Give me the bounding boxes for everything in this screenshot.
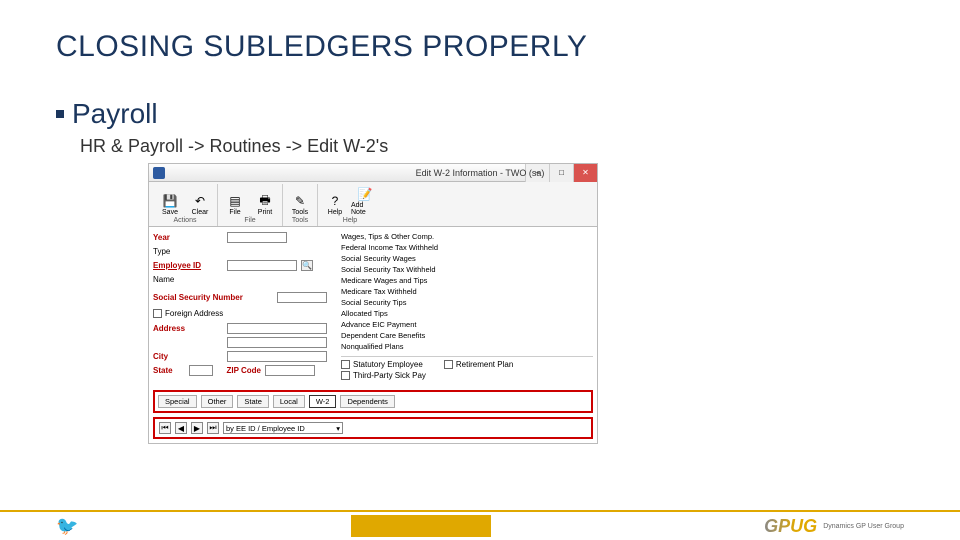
right-row-label: Dependent Care Benefits [341,331,543,340]
right-row-label: Social Security Tips [341,298,543,307]
bullet-icon [56,110,64,118]
employee-id-input[interactable] [227,260,297,271]
tab-special[interactable]: Special [158,395,197,408]
right-row-label: Allocated Tips [341,309,543,318]
lookup-icon[interactable]: 🔍 [301,260,313,271]
help-button[interactable]: ?Help [321,184,349,216]
year-input[interactable] [227,232,287,243]
app-window: Edit W-2 Information - TWO (sa) – □ ✕ 💾S… [148,163,598,444]
ribbon: 💾Save ↶Clear Actions ▤File 🖶Print File ✎… [149,182,597,227]
third-party-sickpay-checkbox[interactable]: Third-Party Sick Pay [341,371,426,380]
section-heading: Payroll [72,98,158,130]
window-title: Edit W-2 Information - TWO (sa) [416,168,545,178]
type-label: Type [153,247,223,256]
right-row-label: Wages, Tips & Other Comp. [341,232,543,241]
nav-next-button[interactable]: ▶ [191,422,203,434]
detail-tabs: Special Other State Local W-2 Dependents [153,390,593,413]
slide-footer: 🐦 GPUG Dynamics GP User Group [0,510,960,540]
address-label: Address [153,324,223,333]
chevron-down-icon: ▾ [336,424,340,433]
close-button[interactable]: ✕ [573,164,597,182]
right-row-label: Advance EIC Payment [341,320,543,329]
slide-title: CLOSING SUBLEDGERS PROPERLY [56,30,904,64]
nav-prev-button[interactable]: ◀ [175,422,187,434]
clear-button[interactable]: ↶Clear [186,184,214,216]
save-button[interactable]: 💾Save [156,184,184,216]
tools-button[interactable]: ✎Tools [286,184,314,216]
right-row-label: Social Security Wages [341,254,543,263]
file-button[interactable]: ▤File [221,184,249,216]
year-label: Year [153,233,223,242]
right-row-label: Federal Income Tax Withheld [341,243,543,252]
ssn-input[interactable] [277,292,327,303]
zip-label: ZIP Code [217,366,261,375]
city-label: City [153,352,223,361]
tab-other[interactable]: Other [201,395,234,408]
foreign-address-checkbox[interactable]: Foreign Address [153,309,333,318]
logo-mark-icon: GPUG [764,516,817,537]
undo-icon: ↶ [192,193,208,209]
ribbon-group-tools: Tools [292,216,308,226]
tools-icon: ✎ [292,193,308,209]
nav-last-button[interactable]: ⏭ [207,422,219,434]
file-icon: ▤ [227,193,243,209]
right-row-label: Social Security Tax Withheld [341,265,543,274]
statutory-employee-checkbox[interactable]: Statutory Employee [341,360,426,369]
app-icon [153,167,165,179]
sort-dropdown[interactable]: by EE ID / Employee ID▾ [223,422,343,434]
address-input[interactable] [227,323,327,334]
ribbon-group-actions: Actions [174,216,197,226]
print-button[interactable]: 🖶Print [251,184,279,216]
retirement-plan-checkbox[interactable]: Retirement Plan [444,360,513,369]
add-note-button[interactable]: 📝Add Note [351,184,379,216]
wages-list: Wages, Tips & Other Comp. Federal Income… [341,231,593,352]
right-row-label: Medicare Wages and Tips [341,276,543,285]
gpug-logo: GPUG Dynamics GP User Group [764,516,904,537]
print-icon: 🖶 [257,193,273,209]
right-row-label: Medicare Tax Withheld [341,287,543,296]
twitter-icon: 🐦 [56,516,78,537]
save-icon: 💾 [162,193,178,209]
note-icon: 📝 [357,186,373,202]
tab-state[interactable]: State [237,395,269,408]
employee-id-label[interactable]: Employee ID [153,261,223,270]
nav-first-button[interactable]: ⏮ [159,422,171,434]
titlebar: Edit W-2 Information - TWO (sa) – □ ✕ [149,164,597,182]
name-label: Name [153,275,223,284]
tab-w2[interactable]: W-2 [309,395,337,408]
right-row-label: Nonqualified Plans [341,342,543,351]
address2-input[interactable] [227,337,327,348]
tab-dependents[interactable]: Dependents [340,395,394,408]
state-label: State [153,366,185,375]
maximize-button[interactable]: □ [549,164,573,182]
ribbon-group-file: File [244,216,255,226]
breadcrumb: HR & Payroll -> Routines -> Edit W-2's [80,136,904,157]
tab-local[interactable]: Local [273,395,305,408]
state-input[interactable] [189,365,213,376]
zip-input[interactable] [265,365,315,376]
footer-accent [351,515,491,537]
city-input[interactable] [227,351,327,362]
ribbon-group-help: Help [343,216,357,226]
ssn-label: Social Security Number [153,293,273,302]
record-nav: ⏮ ◀ ▶ ⏭ by EE ID / Employee ID▾ [153,417,593,439]
help-icon: ? [327,193,343,209]
